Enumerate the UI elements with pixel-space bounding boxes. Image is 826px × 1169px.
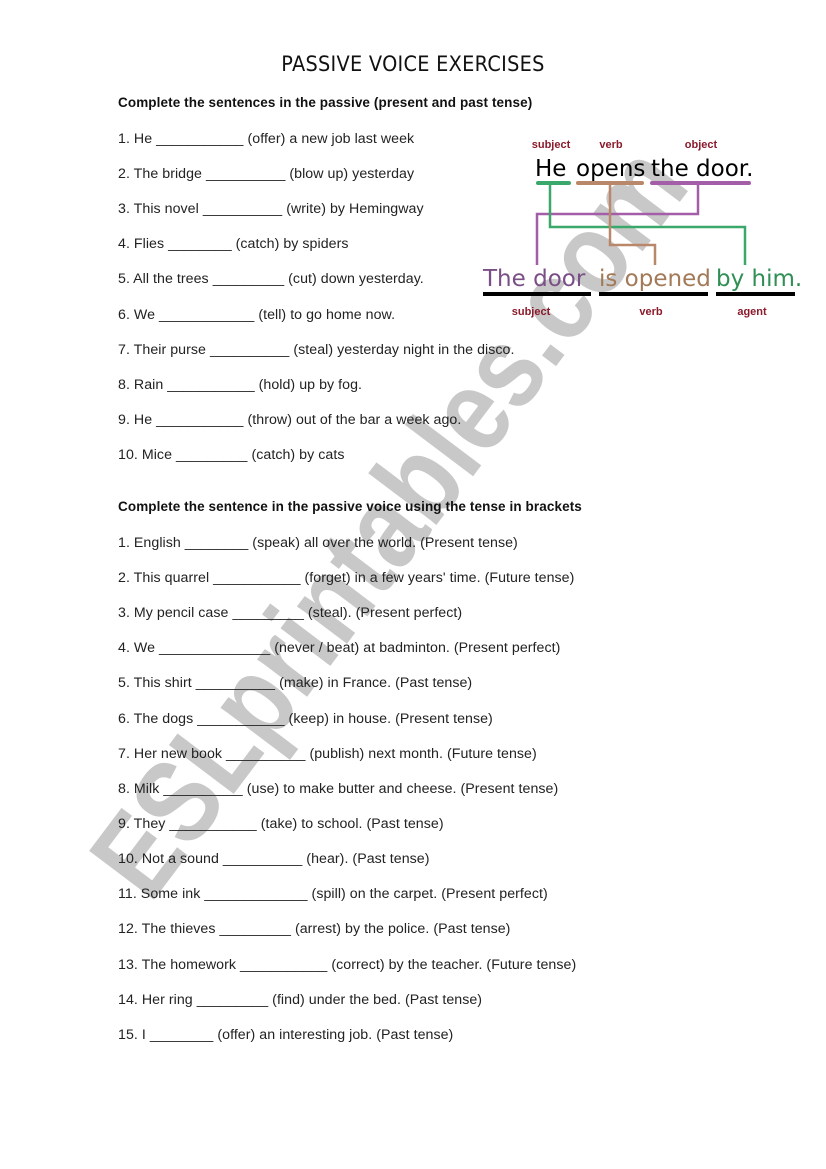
active-passive-diagram: subject verb object He opens the door. T… bbox=[475, 130, 810, 325]
section2-exercise: 3. My pencil case _________ (steal). (Pr… bbox=[118, 605, 463, 621]
section1-exercise: 3. This novel __________ (write) by Hemi… bbox=[118, 201, 424, 217]
object-to-subject-connector bbox=[535, 185, 700, 265]
active-object-word: the door. bbox=[651, 156, 753, 182]
section2-exercise: 10. Not a sound __________ (hear). (Past… bbox=[118, 851, 430, 867]
section1-exercise: 9. He ___________ (throw) out of the bar… bbox=[118, 412, 462, 428]
section2-heading: Complete the sentence in the passive voi… bbox=[118, 499, 582, 514]
section1-heading: Complete the sentences in the passive (p… bbox=[118, 95, 533, 110]
section1-exercise: 5. All the trees _________ (cut) down ye… bbox=[118, 271, 424, 287]
section1-exercise: 8. Rain ___________ (hold) up by fog. bbox=[118, 377, 363, 393]
verb-to-verb-connector bbox=[608, 185, 657, 265]
section2-exercise: 5. This shirt __________ (make) in Franc… bbox=[118, 675, 473, 691]
section2-exercise: 4. We ______________ (never / beat) at b… bbox=[118, 640, 561, 656]
section2-exercise: 2. This quarrel ___________ (forget) in … bbox=[118, 570, 575, 586]
active-verb-label: verb bbox=[599, 139, 623, 151]
passive-verb-label: verb bbox=[639, 306, 663, 318]
passive-subject-label: subject bbox=[512, 306, 551, 318]
passive-agent-word: by him. bbox=[716, 266, 802, 292]
section2-exercise: 13. The homework ___________ (correct) b… bbox=[118, 957, 577, 973]
page-title: PASSIVE VOICE EXERCISES bbox=[281, 52, 545, 76]
active-object-label: object bbox=[685, 139, 718, 151]
passive-subject-word: The door bbox=[482, 266, 586, 292]
active-verb-word: opens bbox=[576, 156, 645, 182]
section1-exercise: 4. Flies ________ (catch) by spiders bbox=[118, 236, 349, 252]
section2-exercise: 9. They ___________ (take) to school. (P… bbox=[118, 816, 444, 832]
active-subject-label: subject bbox=[532, 139, 571, 151]
section2-exercise: 7. Her new book __________ (publish) nex… bbox=[118, 746, 537, 762]
section1-exercise: 10. Mice _________ (catch) by cats bbox=[118, 447, 345, 463]
section2-exercise: 6. The dogs ___________ (keep) in house.… bbox=[118, 711, 493, 727]
section2-exercise: 15. I ________ (offer) an interesting jo… bbox=[118, 1027, 454, 1043]
section1-exercise: 2. The bridge __________ (blow up) yeste… bbox=[118, 166, 415, 182]
subject-to-agent-connector bbox=[548, 185, 747, 265]
section1-exercise: 6. We ____________ (tell) to go home now… bbox=[118, 307, 396, 323]
diagram-svg: subject verb object He opens the door. T… bbox=[482, 139, 802, 318]
passive-agent-label: agent bbox=[737, 306, 767, 318]
section2-exercise: 8. Milk __________ (use) to make butter … bbox=[118, 781, 559, 797]
section1-exercise: 1. He ___________ (offer) a new job last… bbox=[118, 131, 415, 147]
active-subject-word: He bbox=[535, 156, 566, 182]
section2-exercise: 14. Her ring _________ (find) under the … bbox=[118, 992, 483, 1008]
section2-exercise: 12. The thieves _________ (arrest) by th… bbox=[118, 921, 511, 937]
section2-exercise: 1. English ________ (speak) all over the… bbox=[118, 535, 518, 551]
passive-verb-word: is opened bbox=[599, 266, 711, 292]
section1-exercise: 7. Their purse __________ (steal) yester… bbox=[118, 342, 515, 358]
section2-exercise: 11. Some ink _____________ (spill) on th… bbox=[118, 886, 548, 902]
